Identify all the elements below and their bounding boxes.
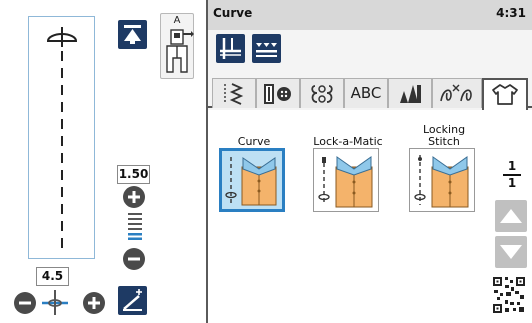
needle-position-icon: [40, 288, 70, 316]
minus-icon: [19, 301, 31, 305]
presser-foot-height-icon: [220, 38, 241, 59]
plus-icon: [88, 297, 100, 309]
stitch-edit-button[interactable]: [118, 286, 147, 315]
tab-applique[interactable]: [432, 78, 482, 108]
feed-dog-icon: [256, 43, 277, 57]
presser-foot-letter: A: [173, 15, 181, 26]
stitch-label: Lock-a-Matic: [313, 135, 383, 148]
utility-stitch-icon: [224, 83, 244, 105]
stitch-card: [313, 148, 379, 212]
arrow-up-icon: [500, 209, 522, 223]
page-up-button[interactable]: [495, 200, 527, 232]
garment-icon: [492, 84, 518, 105]
width-decrease-button[interactable]: [14, 292, 36, 314]
stitch-preview: [28, 16, 95, 259]
shirt-locking-stitch-icon: [414, 155, 469, 208]
satin-stitch-icon: [400, 85, 421, 103]
length-increase-button[interactable]: [123, 186, 145, 208]
presser-foot-icon: [166, 29, 194, 73]
bobbin-settings-button[interactable]: [216, 34, 245, 63]
clock: 4:31: [496, 6, 526, 20]
align-top-button[interactable]: [118, 20, 147, 49]
presser-foot-indicator: A: [160, 13, 194, 79]
applique-stitch-icon: [440, 84, 472, 102]
stitch-preview-graphic: [46, 27, 78, 253]
buttonhole-icon: [264, 84, 291, 104]
feed-dog-button[interactable]: [252, 34, 281, 63]
tab-decorative[interactable]: [300, 78, 344, 108]
current-page: 1: [507, 159, 517, 173]
shirt-curve-stitch-icon: [225, 157, 277, 206]
page-indicator: 1 1: [503, 160, 521, 190]
stitch-selection-panel: Curve 4:31 ABC Curve Lock-a-Matic Lockin…: [208, 0, 532, 323]
stitch-card: [409, 148, 475, 212]
decorative-stitch-icon: [311, 85, 333, 103]
stitch-width-value: 4.5: [36, 267, 69, 286]
tab-utility[interactable]: [212, 78, 256, 108]
stitch-settings-panel: A 1.50 4.5: [0, 0, 206, 323]
stitch-card: [219, 148, 285, 212]
plus-icon: [128, 191, 140, 203]
qr-code-icon: [491, 275, 527, 315]
length-decrease-button[interactable]: [123, 248, 145, 270]
stitch-label: Locking Stitch: [422, 123, 466, 148]
align-top-icon: [124, 25, 141, 44]
stitch-label: Curve: [237, 135, 271, 148]
tab-satin[interactable]: [388, 78, 432, 108]
tab-buttonhole[interactable]: [256, 78, 300, 108]
arrow-down-icon: [500, 245, 522, 259]
total-pages: 1: [507, 176, 517, 190]
tab-alphabet[interactable]: ABC: [344, 78, 388, 108]
stitch-length-icon: [126, 212, 144, 242]
page-down-button[interactable]: [495, 236, 527, 268]
stitch-grid: Curve Lock-a-Matic Locking Stitch 1 1: [208, 110, 532, 323]
tab-garment[interactable]: [482, 78, 528, 110]
stitch-length-value: 1.50: [117, 165, 150, 184]
stitch-category-tabs: ABC: [208, 78, 532, 110]
title-bar: Curve 4:31: [208, 0, 532, 30]
shirt-lock-a-matic-icon: [318, 156, 373, 208]
qr-code-button[interactable]: [491, 275, 527, 315]
pattern-title: Curve: [213, 6, 253, 20]
minus-icon: [128, 257, 140, 261]
edit-stitch-icon: [123, 289, 142, 311]
width-increase-button[interactable]: [83, 292, 105, 314]
